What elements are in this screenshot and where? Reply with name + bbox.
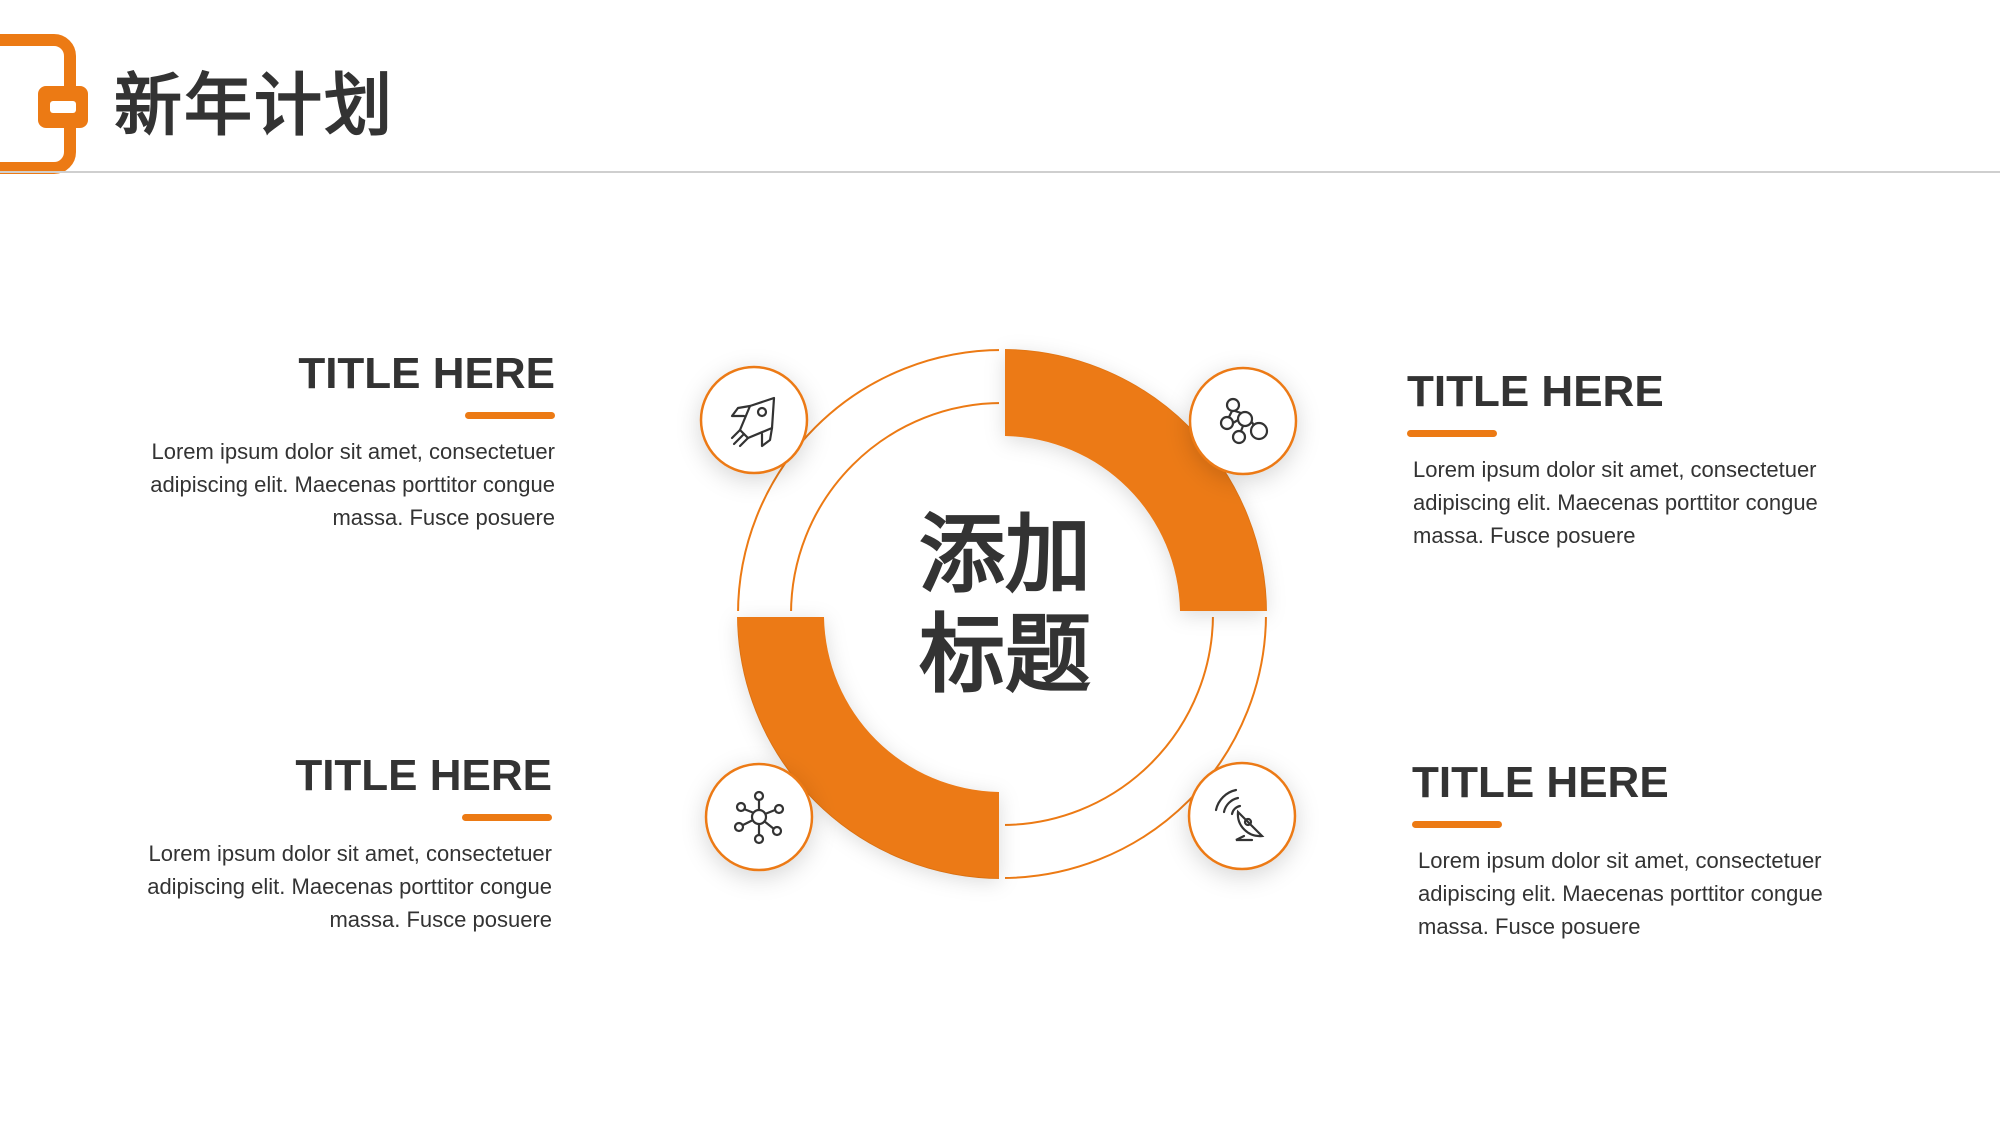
block-top-left: TITLE HERE Lorem ipsum dolor sit amet, c… (85, 348, 555, 534)
block-bottom-left: TITLE HERE Lorem ipsum dolor sit amet, c… (82, 750, 552, 936)
center-title-line2: 标题 (919, 605, 1091, 705)
block-bottom-right: TITLE HERE Lorem ipsum dolor sit amet, c… (1412, 757, 1882, 943)
title-underline (1412, 821, 1502, 828)
block-text: Lorem ipsum dolor sit amet, consectetuer… (147, 841, 552, 932)
title-underline (465, 412, 555, 419)
block-title: TITLE HERE (298, 349, 555, 398)
block-text: Lorem ipsum dolor sit amet, consectetuer… (150, 439, 555, 530)
icon-circle-top-left (699, 365, 809, 475)
block-title: TITLE HERE (1407, 367, 1664, 416)
icon-circle-bottom-left (704, 762, 814, 872)
center-title-line1: 添加 (919, 505, 1091, 605)
icon-circle-top-right (1188, 366, 1298, 476)
block-title: TITLE HERE (1412, 758, 1669, 807)
center-title: 添加 标题 (840, 505, 1170, 705)
block-top-right: TITLE HERE Lorem ipsum dolor sit amet, c… (1407, 366, 1877, 552)
block-title: TITLE HERE (295, 751, 552, 800)
title-underline (1407, 430, 1497, 437)
block-text: Lorem ipsum dolor sit amet, consectetuer… (1413, 457, 1818, 548)
title-underline (462, 814, 552, 821)
block-text: Lorem ipsum dolor sit amet, consectetuer… (1418, 848, 1823, 939)
